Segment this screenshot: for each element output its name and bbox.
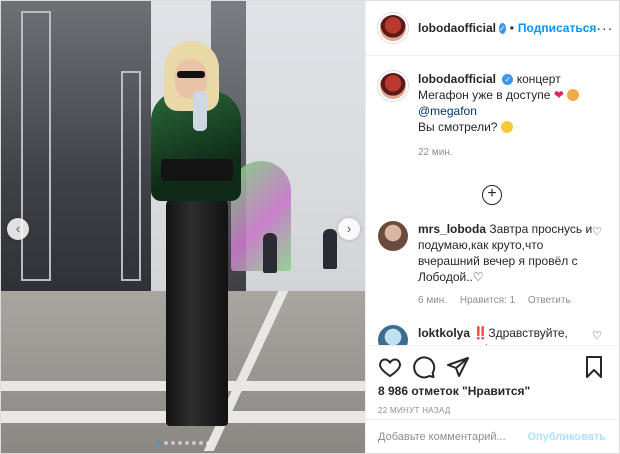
carousel-dot xyxy=(206,441,210,445)
carousel-next-button[interactable]: › xyxy=(338,218,360,240)
follow-button[interactable]: Подписаться xyxy=(518,21,596,35)
avatar[interactable] xyxy=(378,71,408,101)
more-options-icon[interactable]: ··· xyxy=(596,20,613,36)
caption-username[interactable]: lobodaofficial xyxy=(418,72,496,86)
caption-question: Вы смотрели? xyxy=(418,120,498,134)
post-side-panel: lobodaofficial ✓ • Подписаться ··· lobod… xyxy=(365,1,619,453)
performer-sunglasses xyxy=(177,71,205,78)
publish-button[interactable]: Опубликовать xyxy=(527,431,606,443)
mention-link[interactable]: @megafon xyxy=(418,104,477,118)
carousel-dot xyxy=(164,441,168,445)
chevron-left-icon: ‹ xyxy=(15,221,21,236)
share-icon[interactable] xyxy=(446,355,470,379)
post-header: lobodaofficial ✓ • Подписаться ··· xyxy=(366,1,619,56)
like-comment-heart-icon[interactable]: ♡ xyxy=(592,329,602,342)
header-username[interactable]: lobodaofficial xyxy=(418,21,496,35)
post-photo[interactable]: ‹ › xyxy=(1,1,365,453)
avatar[interactable] xyxy=(378,325,408,345)
avatar[interactable] xyxy=(378,13,408,43)
load-more-comments-icon[interactable]: + xyxy=(482,185,502,205)
caption-time: 22 мин. xyxy=(418,147,453,158)
reply-button[interactable]: Ответить xyxy=(528,295,571,306)
carousel-prev-button[interactable]: ‹ xyxy=(7,218,29,240)
verified-badge-icon: ✓ xyxy=(499,22,506,34)
comment-input[interactable] xyxy=(378,430,528,443)
water-bottle xyxy=(193,91,207,131)
background-person xyxy=(323,229,337,269)
comment-body: mrs_loboda Завтра проснусь и подумаю,как… xyxy=(418,221,598,309)
instagram-post: ‹ › lobodaofficial ✓ • Подписаться ··· l… xyxy=(0,0,620,454)
grinning-face-icon xyxy=(500,121,513,133)
carousel-dot xyxy=(157,441,161,445)
post-timestamp[interactable]: 22 МИНУТ НАЗАД xyxy=(378,406,606,415)
separator-dot: • xyxy=(509,21,514,35)
comment-meta: 6 мин. Нравится: 1 Ответить xyxy=(418,293,598,309)
comment-time[interactable]: 6 мин. xyxy=(418,295,447,306)
performer-legs xyxy=(166,196,228,426)
carousel-dot xyxy=(192,441,196,445)
comment-body: loktkolya ‼️Здравствуйте, меня зовут Ана… xyxy=(418,325,598,345)
background-person xyxy=(263,233,277,273)
likes-count[interactable]: 8 986 отметок "Нравится" xyxy=(378,384,606,398)
post-actions: 8 986 отметок "Нравится" 22 МИНУТ НАЗАД xyxy=(366,345,618,415)
chevron-right-icon: › xyxy=(346,221,352,236)
bookmark-icon[interactable] xyxy=(582,355,606,379)
caption-body: lobodaofficial ✓ концерт Мегафон уже в д… xyxy=(418,71,606,161)
comment-username[interactable]: mrs_loboda xyxy=(418,222,486,236)
comments-list[interactable]: lobodaofficial ✓ концерт Мегафон уже в д… xyxy=(366,57,618,345)
verified-badge-icon: ✓ xyxy=(502,74,514,85)
comment-item: loktkolya ‼️Здравствуйте, меня зовут Ана… xyxy=(378,325,606,345)
comment-icon[interactable] xyxy=(412,355,436,379)
performer-belt xyxy=(161,159,233,181)
avatar[interactable] xyxy=(378,221,408,251)
add-comment-bar: Опубликовать xyxy=(366,419,618,453)
carousel-dot xyxy=(171,441,175,445)
carousel-dot xyxy=(199,441,203,445)
comment-likes[interactable]: Нравится: 1 xyxy=(460,295,515,306)
woman-raising-hand-icon xyxy=(567,89,580,101)
comment-item: mrs_loboda Завтра проснусь и подумаю,как… xyxy=(378,221,606,309)
action-icons xyxy=(378,352,606,382)
heart-icon[interactable] xyxy=(378,355,402,379)
caption: lobodaofficial ✓ концерт Мегафон уже в д… xyxy=(378,71,606,161)
comment-username[interactable]: loktkolya xyxy=(418,326,470,340)
truss xyxy=(21,11,51,281)
carousel-indicator xyxy=(1,441,365,445)
carousel-dot xyxy=(178,441,182,445)
like-comment-heart-icon[interactable]: ♡ xyxy=(592,225,602,238)
red-heart-icon: ❤ xyxy=(553,88,564,102)
carousel-dot xyxy=(185,441,189,445)
truss xyxy=(121,71,141,281)
